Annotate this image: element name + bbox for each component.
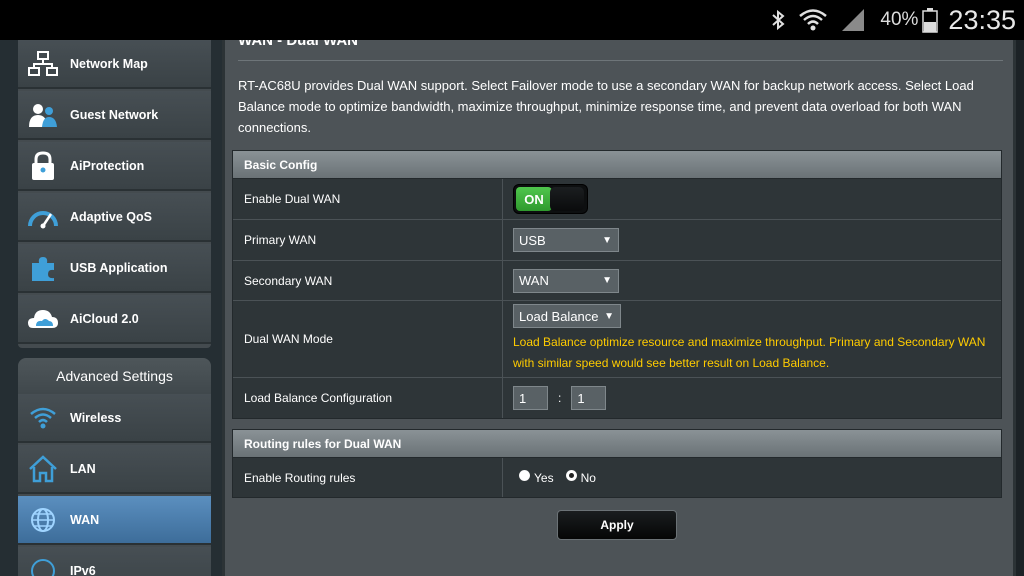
- load-balance-config-value: 1 : 1: [503, 378, 1001, 418]
- dropdown-arrow-icon: ▼: [602, 275, 612, 286]
- primary-wan-select[interactable]: USB ▼: [513, 228, 619, 252]
- page-description: RT-AC68U provides Dual WAN support. Sele…: [238, 78, 974, 135]
- load-balance-hint: Load Balance optimize resource and maxim…: [513, 335, 986, 370]
- right-edge-strip: [1016, 40, 1024, 576]
- globe-icon: [25, 502, 61, 538]
- radio-no-label: No: [580, 470, 596, 485]
- dual-wan-mode-selected: Load Balance: [519, 308, 599, 324]
- secondary-wan-select[interactable]: WAN ▼: [513, 268, 619, 293]
- status-bar: 40% 23:35: [0, 0, 1024, 40]
- enable-routing-rules-row: Enable Routing rules Yes No: [233, 458, 1001, 497]
- sidebar-item-label: AiProtection: [70, 158, 145, 173]
- ratio-separator: :: [558, 391, 562, 405]
- sidebar-item-lan[interactable]: LAN: [18, 445, 211, 494]
- puzzle-icon: [25, 250, 61, 286]
- wifi-icon: [798, 7, 828, 33]
- sidebar: Network Map Guest Network AiProtection A…: [0, 40, 222, 576]
- sidebar-item-ipv6[interactable]: IPv6: [18, 547, 211, 576]
- sidebar-item-label: IPv6: [70, 563, 96, 576]
- sidebar-item-label: AiCloud 2.0: [70, 311, 139, 326]
- routing-rules-table: Routing rules for Dual WAN Enable Routin…: [232, 429, 1002, 498]
- load-balance-ratio-secondary-input[interactable]: 1: [571, 386, 607, 410]
- apply-button[interactable]: Apply: [557, 510, 677, 540]
- wifi-icon: [25, 400, 61, 436]
- sidebar-item-usb-application[interactable]: USB Application: [18, 244, 211, 293]
- main-panel: WAN - Dual WAN RT-AC68U provides Dual WA…: [222, 40, 1016, 576]
- sidebar-item-wireless[interactable]: Wireless: [18, 394, 211, 443]
- primary-wan-row: Primary WAN USB ▼: [233, 220, 1001, 261]
- sidebar-item-wan[interactable]: WAN: [18, 496, 211, 545]
- cloud-icon: [25, 301, 61, 337]
- radio-no-dot: [565, 470, 577, 481]
- secondary-wan-value: WAN ▼: [503, 261, 1001, 300]
- network-map-icon: [25, 46, 61, 82]
- enable-dual-wan-label: Enable Dual WAN: [233, 179, 503, 219]
- sidebar-item-adaptive-qos[interactable]: Adaptive QoS: [18, 193, 211, 242]
- toggle-knob: [550, 187, 584, 211]
- sidebar-item-label: WAN: [70, 512, 100, 527]
- secondary-wan-selected: WAN: [519, 273, 549, 288]
- dual-wan-mode-label: Dual WAN Mode: [233, 301, 503, 377]
- load-balance-ratio-primary-input[interactable]: 1: [513, 386, 548, 410]
- bluetooth-icon: [770, 9, 786, 31]
- routing-rules-no-radio[interactable]: No: [565, 470, 596, 485]
- enable-routing-rules-label: Enable Routing rules: [233, 458, 503, 497]
- routing-rules-yes-radio[interactable]: Yes: [519, 470, 554, 485]
- signal-icon: [840, 7, 866, 33]
- lock-icon: [25, 148, 61, 184]
- guest-network-icon: [25, 97, 61, 133]
- sidebar-item-guest-network[interactable]: Guest Network: [18, 91, 211, 140]
- title-divider: [238, 60, 1003, 61]
- enable-routing-rules-value: Yes No: [503, 458, 1001, 497]
- sidebar-item-aiprotection[interactable]: AiProtection: [18, 142, 211, 191]
- general-menu: Network Map Guest Network AiProtection A…: [18, 40, 211, 348]
- basic-config-header: Basic Config: [233, 151, 1001, 179]
- toggle-on-label: ON: [516, 187, 552, 211]
- secondary-wan-label: Secondary WAN: [233, 261, 503, 300]
- dropdown-arrow-icon: ▼: [604, 310, 614, 322]
- page-title: WAN - Dual WAN: [238, 40, 358, 49]
- dual-wan-mode-row: Dual WAN Mode Load Balance ▼ Load Balanc…: [233, 301, 1001, 378]
- advanced-menu: Wireless LAN WAN IPv6: [18, 394, 211, 576]
- sidebar-item-label: Adaptive QoS: [70, 209, 152, 224]
- battery-icon: [922, 7, 939, 33]
- enable-dual-wan-row: Enable Dual WAN ON: [233, 179, 1001, 220]
- primary-wan-label: Primary WAN: [233, 220, 503, 260]
- sidebar-item-aicloud[interactable]: AiCloud 2.0: [18, 295, 211, 344]
- dual-wan-mode-value: Load Balance ▼ Load Balance optimize res…: [503, 301, 1001, 377]
- routing-rules-header: Routing rules for Dual WAN: [233, 430, 1001, 458]
- load-balance-config-label: Load Balance Configuration: [233, 378, 503, 418]
- clock: 23:35: [948, 4, 1016, 35]
- dropdown-arrow-icon: ▼: [602, 234, 612, 246]
- basic-config-table: Basic Config Enable Dual WAN ON Primary …: [232, 150, 1002, 419]
- sidebar-item-label: Guest Network: [70, 107, 159, 122]
- sidebar-item-network-map[interactable]: Network Map: [18, 40, 211, 89]
- sidebar-item-label: Wireless: [70, 410, 122, 425]
- dual-wan-mode-select[interactable]: Load Balance ▼: [513, 304, 621, 328]
- sidebar-item-label: LAN: [70, 461, 96, 476]
- radio-yes-dot: [519, 470, 530, 481]
- load-balance-config-row: Load Balance Configuration 1 : 1: [233, 378, 1001, 418]
- home-icon: [25, 451, 61, 487]
- enable-dual-wan-toggle[interactable]: ON: [513, 184, 588, 214]
- enable-dual-wan-value: ON: [503, 179, 1001, 219]
- primary-wan-selected: USB: [519, 232, 546, 248]
- primary-wan-value: USB ▼: [503, 220, 1001, 260]
- battery-percent: 40%: [880, 9, 919, 30]
- advanced-settings-header: Advanced Settings: [18, 358, 211, 394]
- secondary-wan-row: Secondary WAN WAN ▼: [233, 261, 1001, 301]
- radio-yes-label: Yes: [534, 470, 554, 485]
- ipv6-icon: [25, 553, 61, 576]
- speedometer-icon: [25, 199, 61, 235]
- sidebar-item-label: Network Map: [70, 56, 148, 71]
- sidebar-item-label: USB Application: [70, 260, 168, 275]
